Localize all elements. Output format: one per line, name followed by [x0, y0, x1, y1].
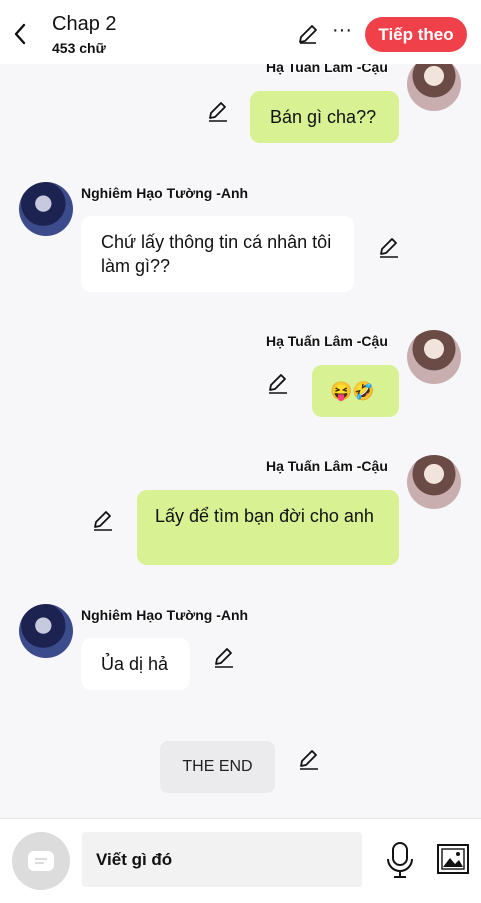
edit-message-icon[interactable]: [266, 372, 290, 396]
more-button[interactable]: ···: [331, 20, 353, 44]
chat-type-button[interactable]: [12, 832, 70, 890]
sender-name: Nghiêm Hạo Tường -Anh: [81, 185, 249, 201]
edit-message-icon[interactable]: [297, 748, 321, 772]
next-chapter-button[interactable]: Tiếp theo: [365, 17, 467, 52]
message-bubble[interactable]: 😝🤣: [312, 365, 399, 417]
image-button[interactable]: [436, 843, 470, 875]
word-count: 453 chữ: [52, 40, 106, 56]
edit-message-icon[interactable]: [91, 509, 115, 533]
message-bubble[interactable]: Chứ lấy thông tin cá nhân tôi làm gì??: [81, 216, 354, 292]
composer-bar: [0, 818, 481, 903]
sender-name: Nghiêm Hạo Tường -Anh: [81, 607, 249, 623]
message-bubble[interactable]: Lấy để tìm bạn đời cho anh: [137, 490, 399, 565]
chat-area[interactable]: Hạ Tuấn Lâm -Cậu Bán gì cha?? Nghiêm Hạo…: [0, 64, 481, 818]
end-marker[interactable]: THE END: [160, 741, 275, 793]
edit-message-icon[interactable]: [206, 100, 230, 124]
avatar[interactable]: [407, 64, 461, 111]
avatar[interactable]: [407, 330, 461, 384]
edit-message-icon[interactable]: [377, 236, 401, 260]
message-input[interactable]: [82, 832, 362, 887]
sender-name: Hạ Tuấn Lâm -Cậu: [266, 333, 388, 349]
mic-button[interactable]: [384, 841, 416, 879]
avatar[interactable]: [19, 604, 73, 658]
chat-icon: [28, 851, 54, 871]
avatar[interactable]: [407, 455, 461, 509]
sender-name: Hạ Tuấn Lâm -Cậu: [266, 64, 388, 75]
edit-message-icon[interactable]: [212, 646, 236, 670]
avatar[interactable]: [19, 182, 73, 236]
more-icon: ···: [332, 19, 352, 41]
message-bubble[interactable]: Ủa dị hả: [81, 638, 190, 690]
back-button[interactable]: [8, 20, 32, 48]
edit-chapter-button[interactable]: [296, 22, 320, 46]
back-icon: [14, 23, 26, 45]
top-bar: Chap 2 453 chữ ··· Tiếp theo: [0, 0, 481, 64]
chapter-title: Chap 2: [52, 13, 117, 35]
sender-name: Hạ Tuấn Lâm -Cậu: [266, 458, 388, 474]
message-bubble[interactable]: Bán gì cha??: [250, 91, 399, 143]
